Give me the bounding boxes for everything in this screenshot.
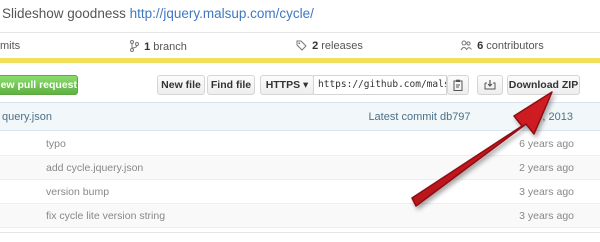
file-row: typo 6 years ago [0, 132, 600, 156]
desktop-download-icon [484, 80, 496, 90]
commit-message[interactable]: add cycle.jquery.json [46, 162, 143, 174]
file-table: query.json Latest commit db797 v 15, 201… [0, 102, 600, 228]
copy-to-clipboard-button[interactable] [447, 75, 469, 95]
language-bar [0, 58, 600, 63]
latest-commit-date: v 15, 2013 [521, 111, 573, 123]
new-file-button[interactable]: New file [157, 75, 205, 95]
commits-label: mits [0, 40, 21, 52]
commit-message[interactable]: fix cycle lite version string [46, 210, 165, 222]
open-in-desktop-button[interactable] [477, 75, 503, 95]
branches-count: 1 [144, 41, 151, 53]
contributors-count: 6 [477, 40, 484, 52]
repo-homepage-link[interactable]: http://jquery.malsup.com/cycle/ [130, 6, 314, 21]
tag-icon [296, 40, 307, 51]
commit-age: 3 years ago [519, 210, 574, 222]
repo-description-text: Slideshow goodness [2, 6, 126, 21]
commit-message[interactable]: typo [46, 138, 66, 150]
contributors-link[interactable]: 6 contributors [460, 40, 544, 52]
branches-label: branch [153, 41, 187, 53]
repo-stats-bar: mits 1 branch 2 releases 6 contributors [0, 32, 600, 58]
branch-icon [130, 40, 139, 52]
download-zip-button[interactable]: Download ZIP [507, 75, 580, 95]
latest-commit-label[interactable]: Latest commit db797 [368, 111, 470, 123]
clone-url-input[interactable]: https://github.com/malsu [313, 75, 447, 95]
clipboard-icon [453, 79, 463, 91]
repo-description: Slideshow goodness http://jquery.malsup.… [2, 6, 314, 21]
commit-file-name[interactable]: query.json [2, 111, 52, 123]
releases-count: 2 [312, 40, 319, 52]
new-pull-request-button[interactable]: New pull request [0, 75, 78, 95]
latest-commit-info: Latest commit db797 v 15, 2013 [368, 111, 573, 123]
commit-message[interactable]: version bump [46, 186, 109, 198]
people-icon [460, 40, 472, 51]
file-row: add cycle.jquery.json 2 years ago [0, 156, 600, 180]
find-file-button[interactable]: Find file [207, 75, 255, 95]
footer-divider [0, 232, 600, 242]
commit-age: 6 years ago [519, 138, 574, 150]
branches-link[interactable]: 1 branch [130, 40, 187, 53]
commits-link[interactable]: mits [0, 40, 20, 52]
commit-tease: query.json Latest commit db797 v 15, 201… [0, 103, 600, 131]
protocol-select[interactable]: HTTPS ▾ [260, 75, 314, 95]
releases-label: releases [321, 40, 363, 52]
commit-age: 2 years ago [519, 162, 574, 174]
releases-link[interactable]: 2 releases [296, 40, 363, 52]
contributors-label: contributors [486, 40, 544, 52]
file-row: version bump 3 years ago [0, 180, 600, 204]
commit-age: 3 years ago [519, 186, 574, 198]
file-row: fix cycle lite version string 3 years ag… [0, 204, 600, 228]
